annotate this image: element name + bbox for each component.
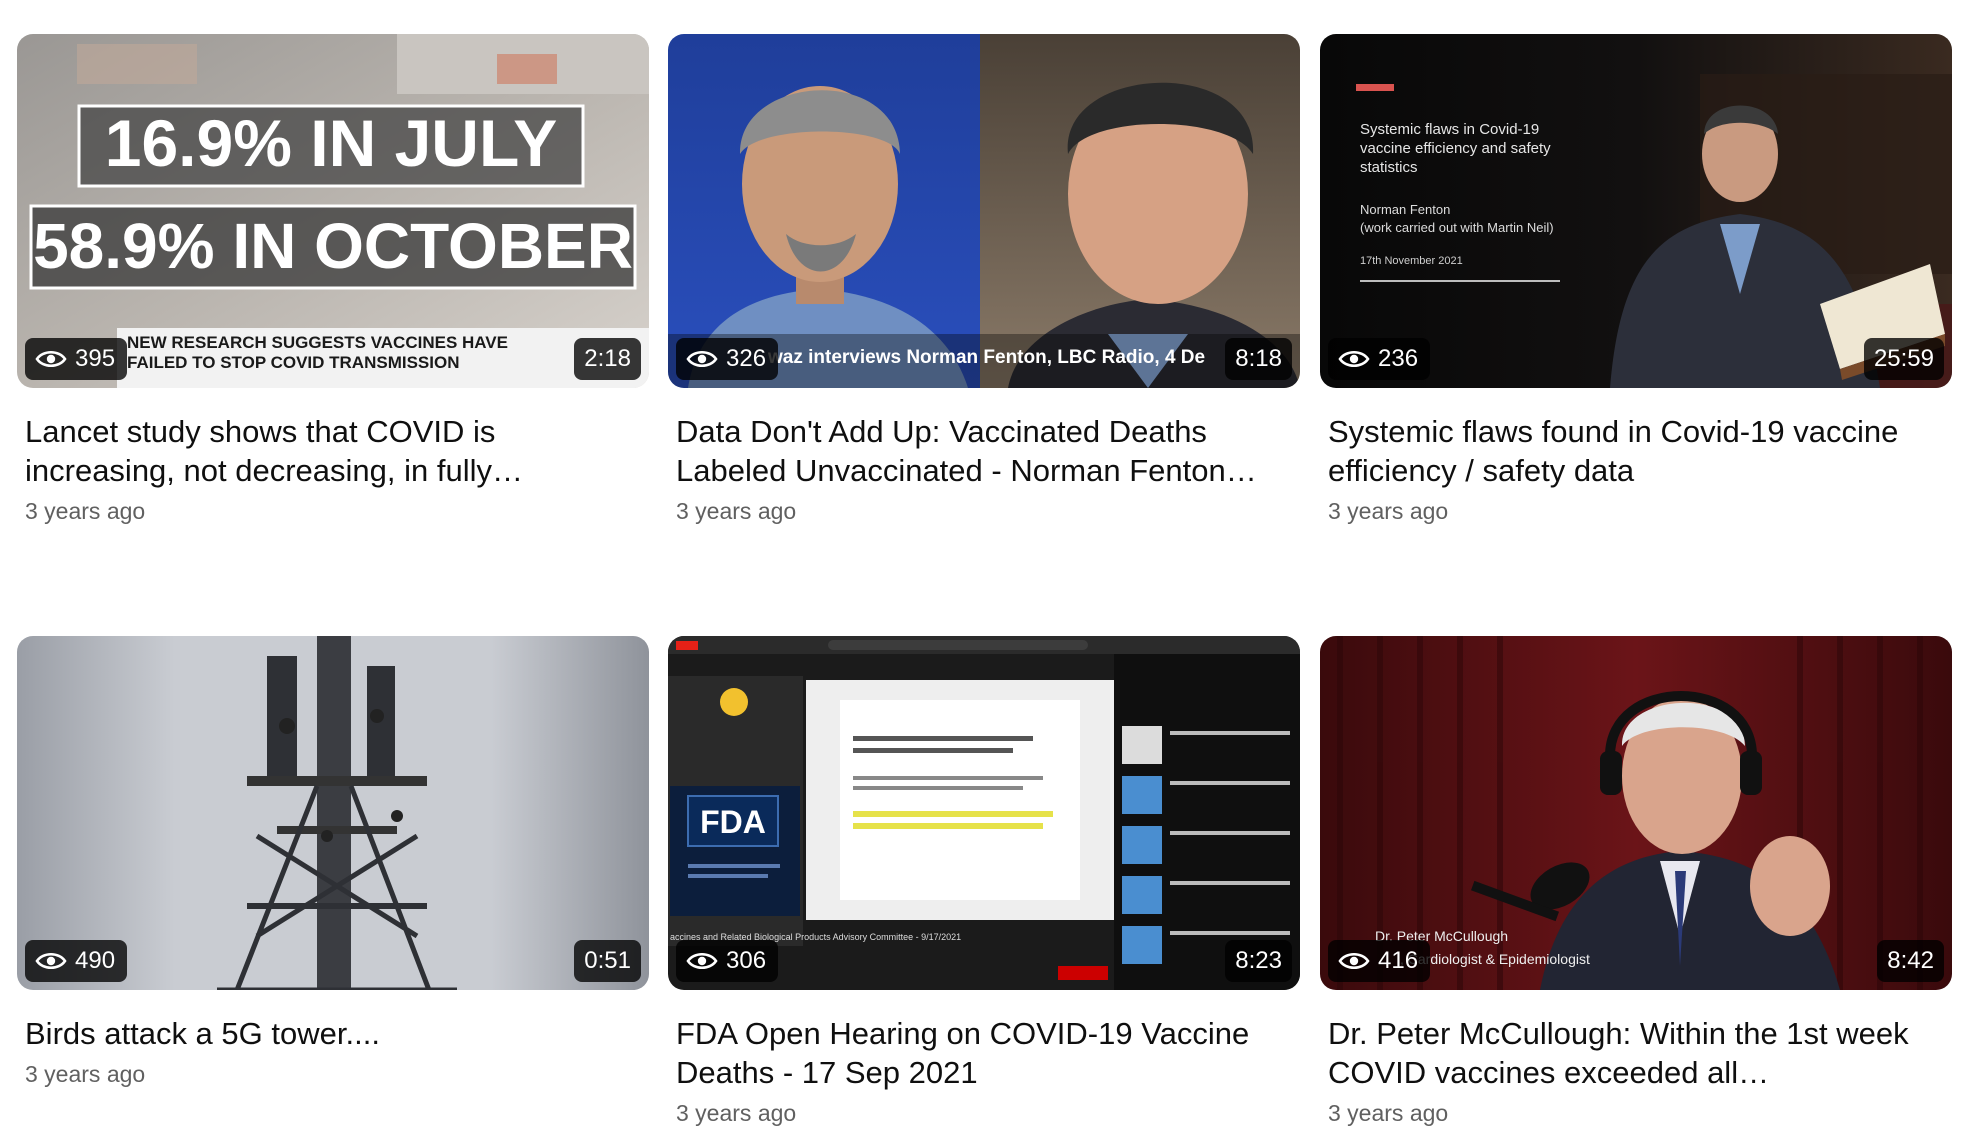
view-count-badge: 490: [25, 940, 128, 982]
video-thumbnail[interactable]: 490 0:51: [17, 636, 649, 990]
thumb-banner-1: NEW RESEARCH SUGGESTS VACCINES HAVE: [127, 333, 508, 352]
video-title[interactable]: Birds attack a 5G tower....: [25, 1014, 641, 1053]
thumbnail-image: FDA accines and Related Biological Produ…: [668, 636, 1300, 990]
eye-icon: [686, 350, 718, 368]
view-count: 236: [1378, 345, 1419, 372]
view-count-badge: 395: [25, 338, 128, 380]
video-thumbnail[interactable]: Dr. Peter McCullough , Cardiologist & Ep…: [1320, 636, 1952, 990]
video-age: 3 years ago: [1328, 498, 1449, 524]
thumbnail-image: Systemic flaws in Covid-19 vaccine effic…: [1320, 34, 1952, 388]
video-title[interactable]: Systemic flaws found in Covid-19 vaccine…: [1328, 412, 1944, 490]
view-count: 395: [75, 345, 116, 372]
thumb-banner-2: FAILED TO STOP COVID TRANSMISSION: [127, 353, 460, 372]
video-thumbnail[interactable]: Systemic flaws in Covid-19 vaccine effic…: [1320, 34, 1952, 388]
view-count-badge: 306: [676, 940, 779, 982]
view-count-badge: 236: [1328, 338, 1431, 380]
video-age: 3 years ago: [25, 498, 146, 524]
thumb-headline-1: 16.9% IN JULY: [105, 106, 557, 180]
video-card[interactable]: 16.9% IN JULY 58.9% IN OCTOBER NEW RESEA…: [17, 34, 649, 525]
duration-badge: 2:18: [574, 338, 641, 380]
thumbnail-image: waz interviews Norman Fenton, LBC Radio,…: [668, 34, 1300, 388]
thumbnail-image: 16.9% IN JULY 58.9% IN OCTOBER NEW RESEA…: [17, 34, 649, 388]
eye-icon: [686, 952, 718, 970]
thumb-caption: waz interviews Norman Fenton, LBC Radio,…: [767, 347, 1205, 368]
video-age: 3 years ago: [676, 1100, 797, 1126]
video-grid: 16.9% IN JULY 58.9% IN OCTOBER NEW RESEA…: [0, 0, 1964, 1146]
slide-date: 17th November 2021: [1360, 255, 1463, 267]
thumbnail-image: Dr. Peter McCullough , Cardiologist & Ep…: [1320, 636, 1952, 990]
slide-line-3: statistics: [1360, 159, 1418, 176]
thumb-headline-2: 58.9% IN OCTOBER: [33, 210, 633, 282]
fda-logo: FDA: [700, 804, 766, 840]
slide-line-1: Systemic flaws in Covid-19: [1360, 121, 1539, 138]
duration-badge: 25:59: [1863, 338, 1944, 380]
slide-note: (work carried out with Martin Neil): [1360, 220, 1554, 235]
eye-icon: [1338, 350, 1370, 368]
video-title[interactable]: Dr. Peter McCullough: Within the 1st wee…: [1328, 1014, 1944, 1092]
duration-badge: 8:18: [1225, 338, 1292, 380]
view-count-badge: 416: [1328, 940, 1431, 982]
video-title[interactable]: Data Don't Add Up: Vaccinated Deaths Lab…: [676, 412, 1292, 490]
video-card[interactable]: Systemic flaws in Covid-19 vaccine effic…: [1320, 34, 1952, 525]
video-card[interactable]: Dr. Peter McCullough , Cardiologist & Ep…: [1320, 636, 1952, 1127]
video-thumbnail[interactable]: waz interviews Norman Fenton, LBC Radio,…: [668, 34, 1300, 388]
video-card[interactable]: waz interviews Norman Fenton, LBC Radio,…: [668, 34, 1300, 525]
video-age: 3 years ago: [25, 1061, 146, 1087]
duration-badge: 8:23: [1225, 940, 1292, 982]
view-count: 490: [75, 947, 116, 974]
video-title[interactable]: Lancet study shows that COVID is increas…: [25, 412, 641, 490]
video-thumbnail[interactable]: FDA accines and Related Biological Produ…: [668, 636, 1300, 990]
duration-badge: 8:42: [1877, 940, 1944, 982]
thumbnail-image: [17, 636, 649, 990]
view-count: 306: [726, 947, 767, 974]
view-count: 326: [726, 345, 767, 372]
video-age: 3 years ago: [1328, 1100, 1449, 1126]
slide-line-2: vaccine efficiency and safety: [1360, 140, 1551, 157]
video-thumbnail[interactable]: 16.9% IN JULY 58.9% IN OCTOBER NEW RESEA…: [17, 34, 649, 388]
video-card[interactable]: FDA accines and Related Biological Produ…: [668, 636, 1300, 1127]
view-count-badge: 326: [676, 338, 779, 380]
video-title[interactable]: FDA Open Hearing on COVID-19 Vaccine Dea…: [676, 1014, 1292, 1092]
eye-icon: [35, 350, 67, 368]
eye-icon: [1338, 952, 1370, 970]
eye-icon: [35, 952, 67, 970]
video-age: 3 years ago: [676, 498, 797, 524]
view-count: 416: [1378, 947, 1419, 974]
video-card[interactable]: 490 0:51 Birds attack a 5G tower.... 3 y…: [17, 636, 649, 1088]
duration-badge: 0:51: [574, 940, 641, 982]
slide-author: Norman Fenton: [1360, 202, 1450, 217]
